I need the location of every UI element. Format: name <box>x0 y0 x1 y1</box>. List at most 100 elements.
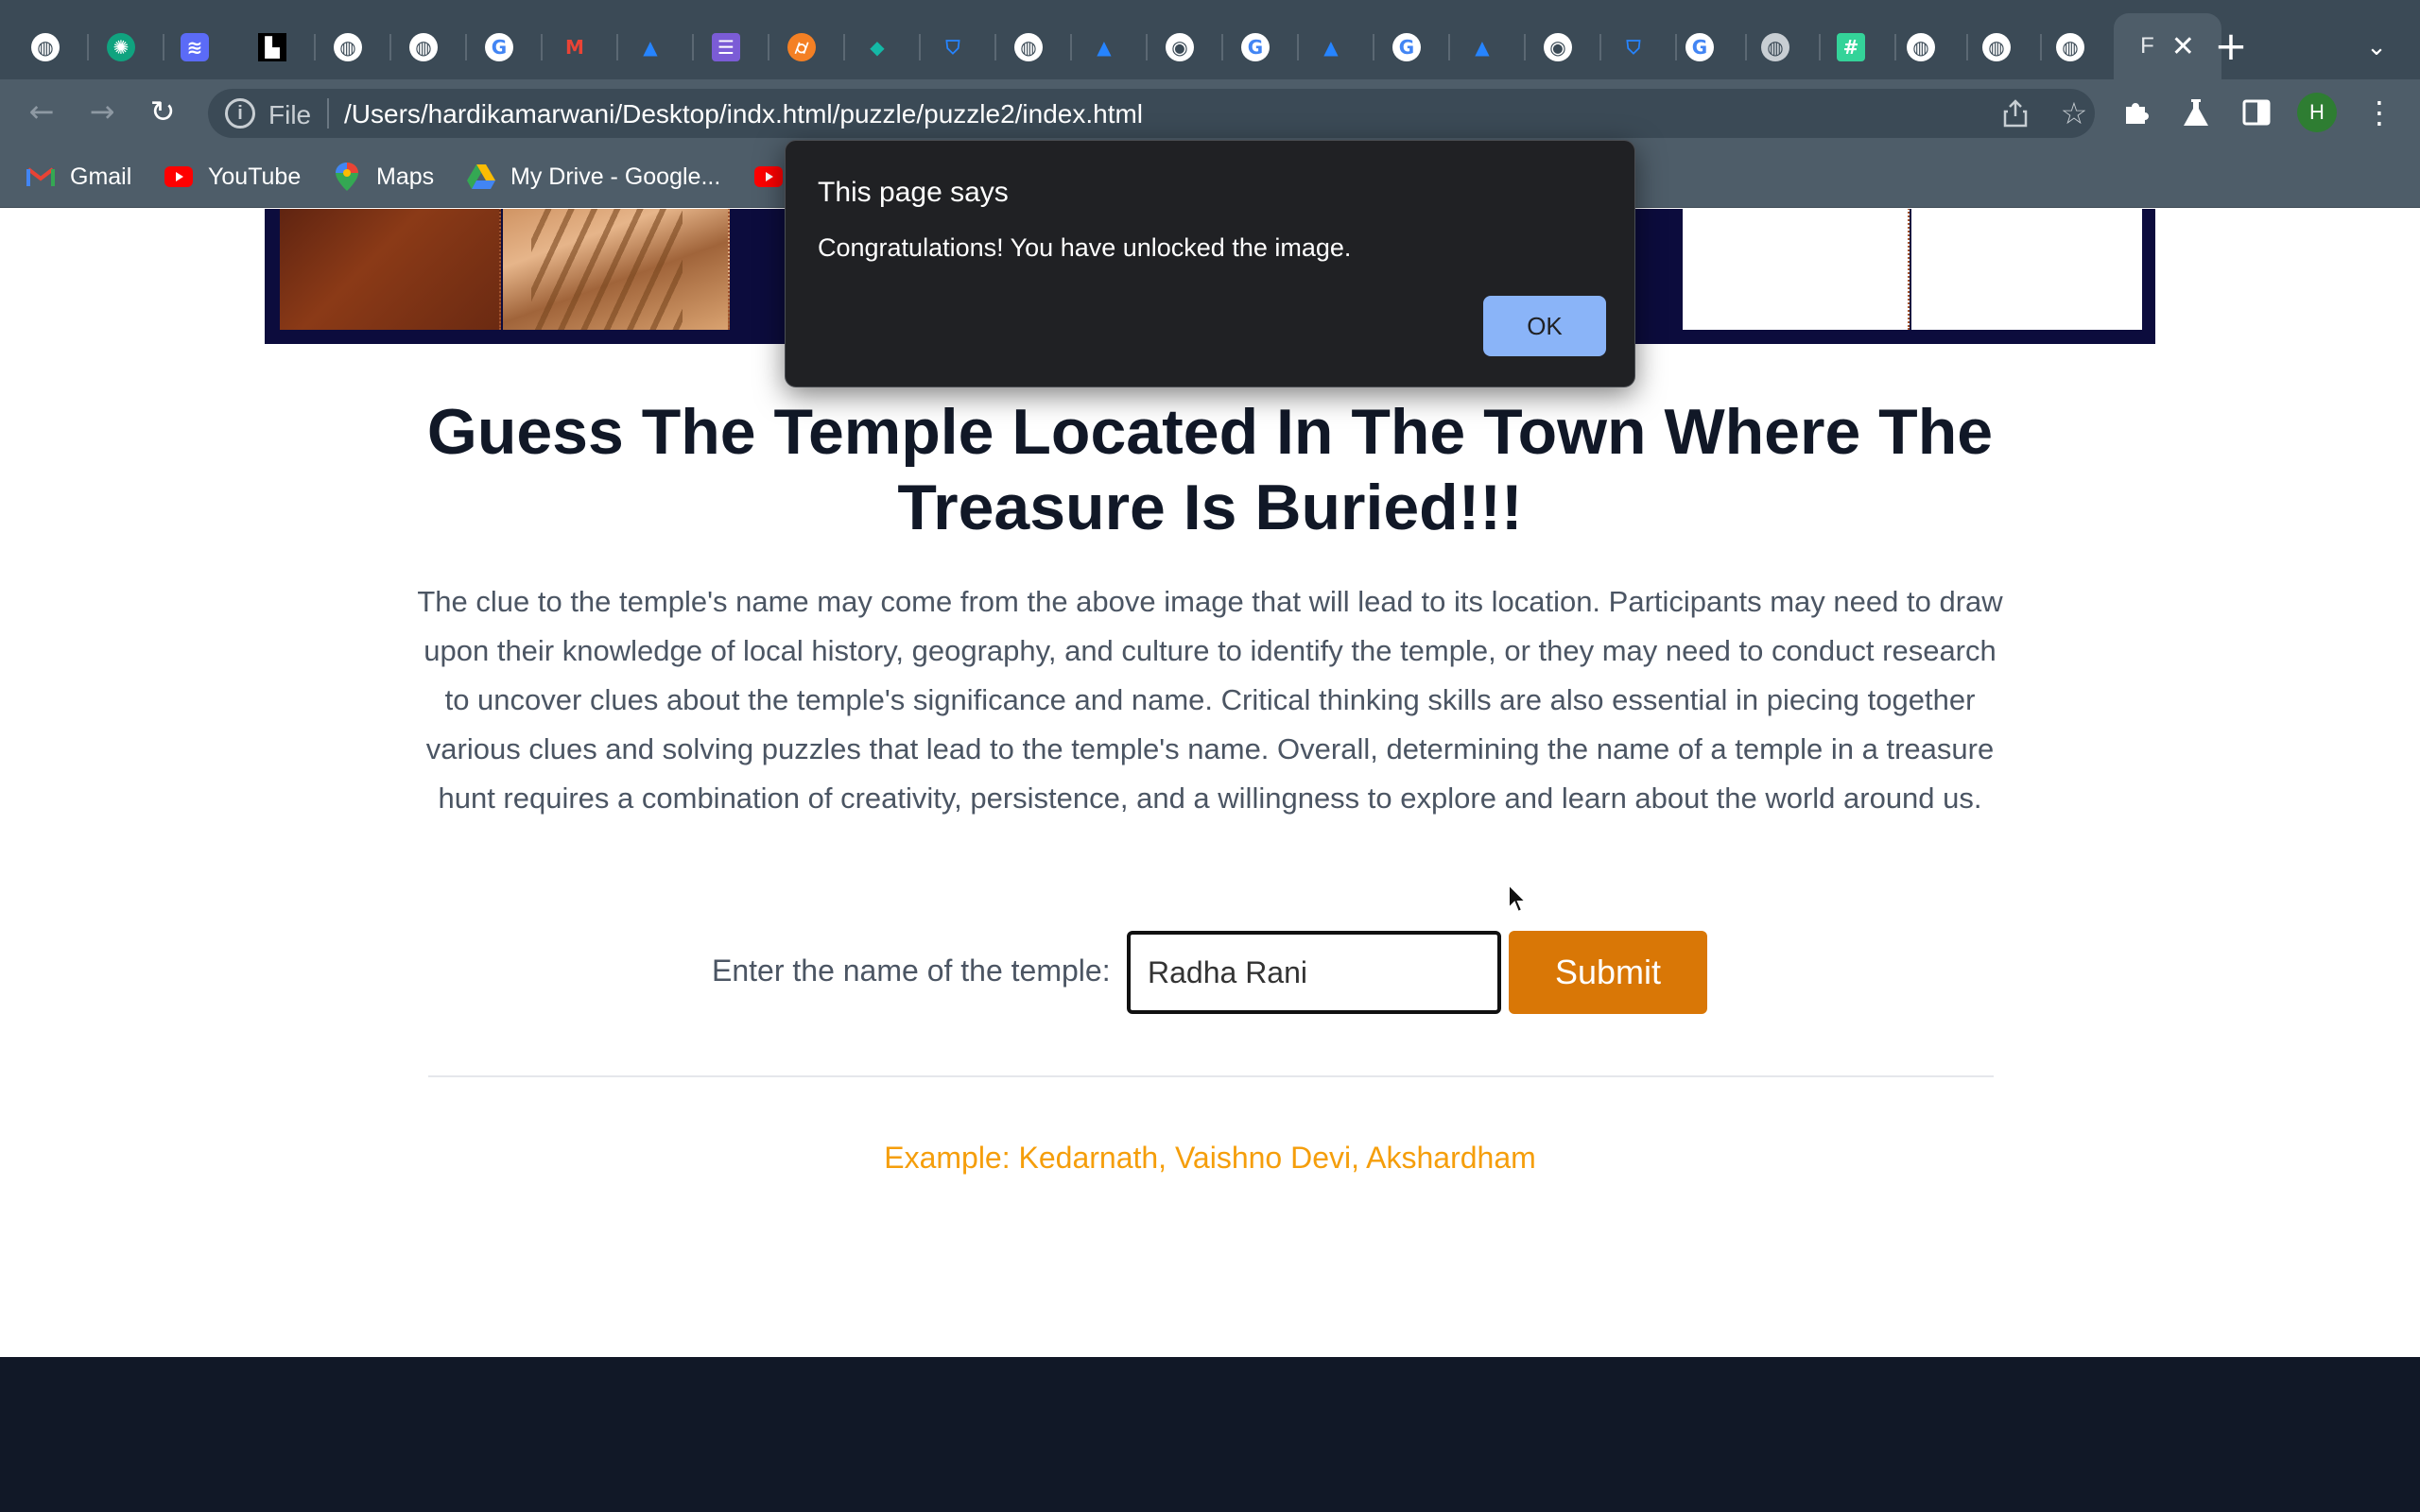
forward-arrow-icon[interactable]: → <box>79 89 125 134</box>
tab-17[interactable]: G <box>1231 21 1280 74</box>
tab-23[interactable]: G <box>1675 21 1724 74</box>
tab-separator <box>1524 34 1526 60</box>
alert-title: This page says <box>818 177 1009 208</box>
tab-10[interactable]: ☰ <box>701 21 751 74</box>
tab-27[interactable]: ◍ <box>1972 21 2021 74</box>
globe-icon: ◍ <box>1907 33 1935 61</box>
tab-7[interactable]: G <box>475 21 524 74</box>
chrome-icon: ◉ <box>1166 33 1194 61</box>
maps-icon <box>333 163 361 191</box>
tab-8[interactable]: M <box>550 21 599 74</box>
new-tab-button[interactable]: + <box>2208 23 2254 69</box>
tab-12[interactable]: ◆ <box>853 21 902 74</box>
tab-separator <box>1745 34 1747 60</box>
address-bar[interactable]: i File /Users/hardikamarwani/Desktop/ind… <box>208 89 2095 138</box>
globe-icon: ◍ <box>409 33 438 61</box>
submit-button[interactable]: Submit <box>1509 931 1707 1014</box>
bookmark-star-icon[interactable]: ☆ <box>2055 94 2093 132</box>
layers-app-icon: ≋ <box>181 33 209 61</box>
tab-22[interactable]: ⛉ <box>1609 21 1658 74</box>
gmail-svg <box>26 167 55 186</box>
tab-separator <box>994 34 996 60</box>
profile-avatar[interactable]: H <box>2297 93 2337 132</box>
tab-6[interactable]: ◍ <box>399 21 448 74</box>
share-icon-svg <box>2003 99 2028 128</box>
youtube-svg <box>754 166 783 187</box>
temple-answer-form: Enter the name of the temple: Submit <box>0 929 2420 1014</box>
tab-separator <box>843 34 845 60</box>
globe-icon: ◍ <box>1014 33 1043 61</box>
tab-15[interactable]: ▲ <box>1080 21 1129 74</box>
tab-13[interactable]: ⛉ <box>928 21 977 74</box>
diamond-app-icon: ◆ <box>870 36 885 59</box>
page-footer <box>0 1357 2420 1512</box>
atlassian-icon: ▲ <box>1475 36 1490 59</box>
globe-icon: ◍ <box>2056 33 2084 61</box>
alert-ok-button[interactable]: OK <box>1483 296 1606 356</box>
section-divider <box>428 1075 1994 1077</box>
google-icon: G <box>485 33 513 61</box>
tab-9[interactable]: ▲ <box>626 21 675 74</box>
bookmark-youtube[interactable]: YouTube <box>164 159 301 195</box>
labs-flask-icon[interactable] <box>2174 91 2218 134</box>
tab-26[interactable]: ◍ <box>1896 21 1945 74</box>
tab-4[interactable]: ▙ <box>248 21 297 74</box>
google-icon: G <box>1392 33 1421 61</box>
bookmark-maps[interactable]: Maps <box>333 159 434 195</box>
extensions-puzzle-icon[interactable] <box>2114 91 2157 134</box>
tab-active[interactable]: F ✕ <box>2114 13 2221 79</box>
bookmark-gmail[interactable]: Gmail <box>26 159 131 195</box>
tab-strip: ◍ ✺ ≋ ▙ ◍ ◍ G M ▲ ☰ ⌭ ◆ ⛉ ◍ ▲ ◉ G ▲ G ▲ … <box>0 0 2420 91</box>
temple-name-input[interactable] <box>1127 931 1501 1014</box>
tab-separator <box>1070 34 1072 60</box>
tab-11[interactable]: ⌭ <box>777 21 826 74</box>
bookmark-google-drive[interactable]: My Drive - Google... <box>467 159 720 195</box>
tab-21[interactable]: ◉ <box>1533 21 1582 74</box>
tab-5[interactable]: ◍ <box>323 21 372 74</box>
address-divider <box>327 98 329 129</box>
share-icon[interactable] <box>1998 96 2032 130</box>
tab-20[interactable]: ▲ <box>1458 21 1507 74</box>
bookmark-label: YouTube <box>208 163 302 190</box>
alert-message: Congratulations! You have unlocked the i… <box>818 233 1352 262</box>
globe-icon: ◍ <box>1761 33 1789 61</box>
bookmark-label: My Drive - Google... <box>510 163 721 190</box>
tab-16[interactable]: ◉ <box>1155 21 1204 74</box>
tab-separator <box>1819 34 1821 60</box>
reload-icon[interactable]: ↻ <box>140 89 185 134</box>
tab-separator <box>2040 34 2042 60</box>
alert-dialog: This page says Congratulations! You have… <box>785 140 1635 387</box>
tab-14[interactable]: ◍ <box>1004 21 1053 74</box>
tab-19[interactable]: G <box>1382 21 1431 74</box>
tab-separator <box>389 34 391 60</box>
tab-2[interactable]: ✺ <box>96 21 146 74</box>
bitbucket-icon: ⛉ <box>1626 36 1641 59</box>
maps-svg <box>336 163 358 191</box>
side-panel-icon[interactable] <box>2235 91 2278 134</box>
google-icon: G <box>1685 33 1714 61</box>
tab-separator <box>1966 34 1968 60</box>
scheme-label: File <box>268 100 312 129</box>
tab-18[interactable]: ▲ <box>1306 21 1356 74</box>
mouse-cursor-icon <box>1507 882 1530 915</box>
tab-25[interactable]: # <box>1826 21 1876 74</box>
site-info-icon[interactable]: i <box>225 98 255 129</box>
tab-separator <box>1221 34 1223 60</box>
tab-separator <box>1146 34 1148 60</box>
tab-24[interactable]: ◍ <box>1751 21 1800 74</box>
tab-3[interactable]: ≋ <box>170 21 219 74</box>
tab-separator <box>1297 34 1299 60</box>
tab-1[interactable]: ◍ <box>21 21 70 74</box>
tab-28[interactable]: ◍ <box>2046 21 2095 74</box>
youtube-svg <box>164 166 193 187</box>
more-vertical-icon[interactable]: ⋮ <box>2358 91 2401 134</box>
close-tab-icon[interactable]: ✕ <box>2171 30 2195 63</box>
chrome-icon: ◉ <box>1544 33 1572 61</box>
tab-search-chevron-icon[interactable]: ⌄ <box>2356 26 2397 68</box>
tab-separator <box>541 34 543 60</box>
back-arrow-icon[interactable]: ← <box>19 89 64 134</box>
google-drive-icon <box>467 163 495 191</box>
puzzle-piece-unlocked <box>503 209 730 330</box>
gmail-icon: M <box>565 36 584 59</box>
url-text[interactable]: /Users/hardikamarwani/Desktop/indx.html/… <box>344 99 1143 129</box>
